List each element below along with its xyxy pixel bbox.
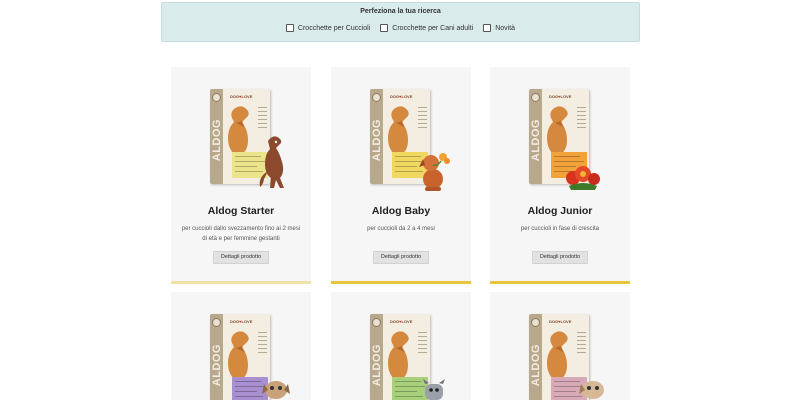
small-dog-icon bbox=[262, 381, 290, 399]
package-logo-text: DOG♥LOVE bbox=[230, 319, 253, 324]
filter-option-cuccioli[interactable]: Crocchette per Cuccioli bbox=[285, 24, 371, 32]
package-side-text bbox=[577, 107, 586, 137]
product-card-baby[interactable]: ALDOG DOG♥LOVE Aldog Baby per cuccioli d… bbox=[331, 67, 471, 284]
checkbox-cani-adulti[interactable] bbox=[380, 24, 389, 32]
product-description: per cuccioli da 2 a 4 mesi bbox=[367, 226, 435, 232]
package-brand: ALDOG bbox=[211, 344, 223, 387]
filter-title: Perfeziona la tua ricerca bbox=[360, 8, 441, 15]
filter-label-cani-adulti: Crocchette per Cani adulti bbox=[392, 24, 474, 32]
product-description: per cuccioli in fase di crescita bbox=[520, 226, 600, 232]
details-button[interactable]: Dettagli prodotto bbox=[373, 251, 429, 264]
page: Perfeziona la tua ricerca Crocchette per… bbox=[0, 0, 800, 400]
product-card-junior[interactable]: ALDOG DOG♥LOVE Aldog Junior per cuccioli… bbox=[490, 67, 630, 284]
package-logo-text: DOG♥LOVE bbox=[390, 319, 413, 324]
product-title[interactable]: Aldog Starter bbox=[171, 205, 311, 217]
package-brand: ALDOG bbox=[530, 119, 542, 162]
package-brand: ALDOG bbox=[530, 344, 542, 387]
checkbox-novita[interactable] bbox=[483, 24, 492, 32]
schnauzer-icon bbox=[423, 379, 445, 400]
checkbox-cuccioli[interactable] bbox=[285, 24, 294, 32]
product-card-row2-3[interactable]: ALDOG DOG♥LOVE bbox=[490, 292, 630, 400]
dog-greyhound-icon bbox=[259, 136, 284, 188]
small-dog-icon bbox=[579, 381, 604, 399]
card-bottom-bar bbox=[171, 281, 311, 284]
brand-logo-icon bbox=[212, 318, 221, 327]
filter-option-cani-adulti[interactable]: Crocchette per Cani adulti bbox=[380, 24, 473, 32]
package-side-text bbox=[577, 332, 586, 362]
package-dog-illustration-icon bbox=[228, 331, 249, 379]
package-side-text bbox=[418, 332, 427, 362]
package-logo-text: DOG♥LOVE bbox=[230, 94, 253, 99]
brand-logo-icon bbox=[531, 318, 540, 327]
brand-logo-icon bbox=[531, 93, 540, 102]
package-dog-illustration-icon bbox=[388, 331, 409, 379]
package-logo-text: DOG♥LOVE bbox=[549, 319, 572, 324]
package-brand: ALDOG bbox=[371, 344, 383, 387]
product-card-row2-1[interactable]: ALDOG DOG♥LOVE bbox=[171, 292, 311, 400]
package-brand: ALDOG bbox=[211, 119, 223, 162]
package-dog-illustration-icon bbox=[228, 106, 249, 154]
filter-options: Crocchette per Cuccioli Crocchette per C… bbox=[162, 24, 639, 32]
package-dog-illustration-icon bbox=[547, 106, 568, 154]
brand-logo-icon bbox=[212, 93, 221, 102]
flowers-icon bbox=[566, 166, 600, 190]
package-logo-text: DOG♥LOVE bbox=[549, 94, 572, 99]
package-dog-illustration-icon bbox=[547, 331, 568, 379]
package-brand: ALDOG bbox=[371, 119, 383, 162]
package-dog-illustration-icon bbox=[388, 106, 409, 154]
details-button[interactable]: Dettagli prodotto bbox=[532, 251, 588, 264]
package-logo-text: DOG♥LOVE bbox=[390, 94, 413, 99]
product-description: per cuccioli dallo svezzamento fino ai 2… bbox=[181, 226, 301, 242]
package-side-text bbox=[258, 332, 267, 362]
brand-logo-icon bbox=[372, 318, 381, 327]
product-card-row2-2[interactable]: ALDOG DOG♥LOVE bbox=[331, 292, 471, 400]
product-title[interactable]: Aldog Baby bbox=[331, 205, 471, 217]
card-bottom-bar bbox=[490, 281, 630, 284]
filter-label-cuccioli: Crocchette per Cuccioli bbox=[297, 24, 371, 32]
product-card-starter[interactable]: ALDOG DOG♥LOVE Aldog Starter per cucciol… bbox=[171, 67, 311, 284]
filter-label-novita: Novità bbox=[495, 24, 516, 32]
brand-logo-icon bbox=[372, 93, 381, 102]
filter-panel: Perfeziona la tua ricerca Crocchette per… bbox=[161, 2, 640, 42]
card-bottom-bar bbox=[331, 281, 471, 284]
details-button[interactable]: Dettagli prodotto bbox=[213, 251, 269, 264]
product-title[interactable]: Aldog Junior bbox=[490, 205, 630, 217]
filter-option-novita[interactable]: Novità bbox=[483, 24, 515, 32]
package-side-text bbox=[418, 107, 427, 137]
puppy-with-flower-icon bbox=[419, 153, 450, 191]
